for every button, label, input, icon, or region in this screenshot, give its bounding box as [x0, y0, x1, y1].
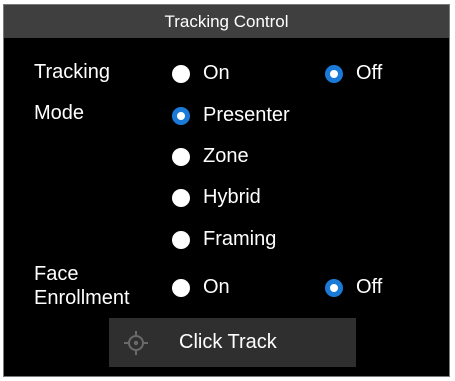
mode-zone-option[interactable]: Zone — [172, 145, 249, 168]
face-enrollment-off-option[interactable]: Off — [325, 276, 382, 299]
face-enrollment-on-radio[interactable] — [172, 278, 190, 297]
face-enrollment-off-radio[interactable] — [325, 278, 343, 297]
mode-zone-radio[interactable] — [172, 147, 190, 166]
tracking-off-option[interactable]: Off — [325, 62, 382, 85]
mode-label: Mode — [34, 102, 85, 124]
mode-hybrid-option[interactable]: Hybrid — [172, 186, 261, 209]
mode-zone-label: Zone — [203, 145, 249, 167]
face-enrollment-on-label: On — [203, 276, 230, 298]
mode-presenter-radio[interactable] — [172, 106, 190, 125]
mode-presenter-label: Presenter — [203, 104, 290, 126]
tracking-off-radio[interactable] — [325, 64, 343, 83]
tracking-on-option[interactable]: On — [172, 62, 230, 85]
target-crosshair-icon — [124, 331, 148, 355]
tracking-on-radio[interactable] — [172, 64, 190, 83]
tracking-control-panel: Tracking Control Tracking On Off Mode Pr… — [3, 4, 450, 377]
face-enrollment-on-option[interactable]: On — [172, 276, 230, 299]
panel-title: Tracking Control — [4, 5, 449, 38]
tracking-label: Tracking — [34, 61, 110, 83]
face-enrollment-off-label: Off — [356, 276, 383, 298]
face-enrollment-label-line1: Face — [34, 263, 79, 285]
mode-presenter-option[interactable]: Presenter — [172, 104, 290, 127]
click-track-button[interactable]: Click Track — [109, 318, 356, 367]
face-enrollment-label-line2: Enrollment — [34, 287, 130, 309]
tracking-on-label: On — [203, 62, 230, 84]
face-enrollment-label: Face Enrollment — [34, 262, 130, 310]
mode-hybrid-label: Hybrid — [203, 186, 261, 208]
mode-hybrid-radio[interactable] — [172, 188, 190, 207]
tracking-off-label: Off — [356, 62, 383, 84]
mode-framing-label: Framing — [203, 228, 277, 250]
click-track-label: Click Track — [179, 331, 277, 353]
mode-framing-radio[interactable] — [172, 230, 190, 249]
mode-framing-option[interactable]: Framing — [172, 228, 276, 251]
